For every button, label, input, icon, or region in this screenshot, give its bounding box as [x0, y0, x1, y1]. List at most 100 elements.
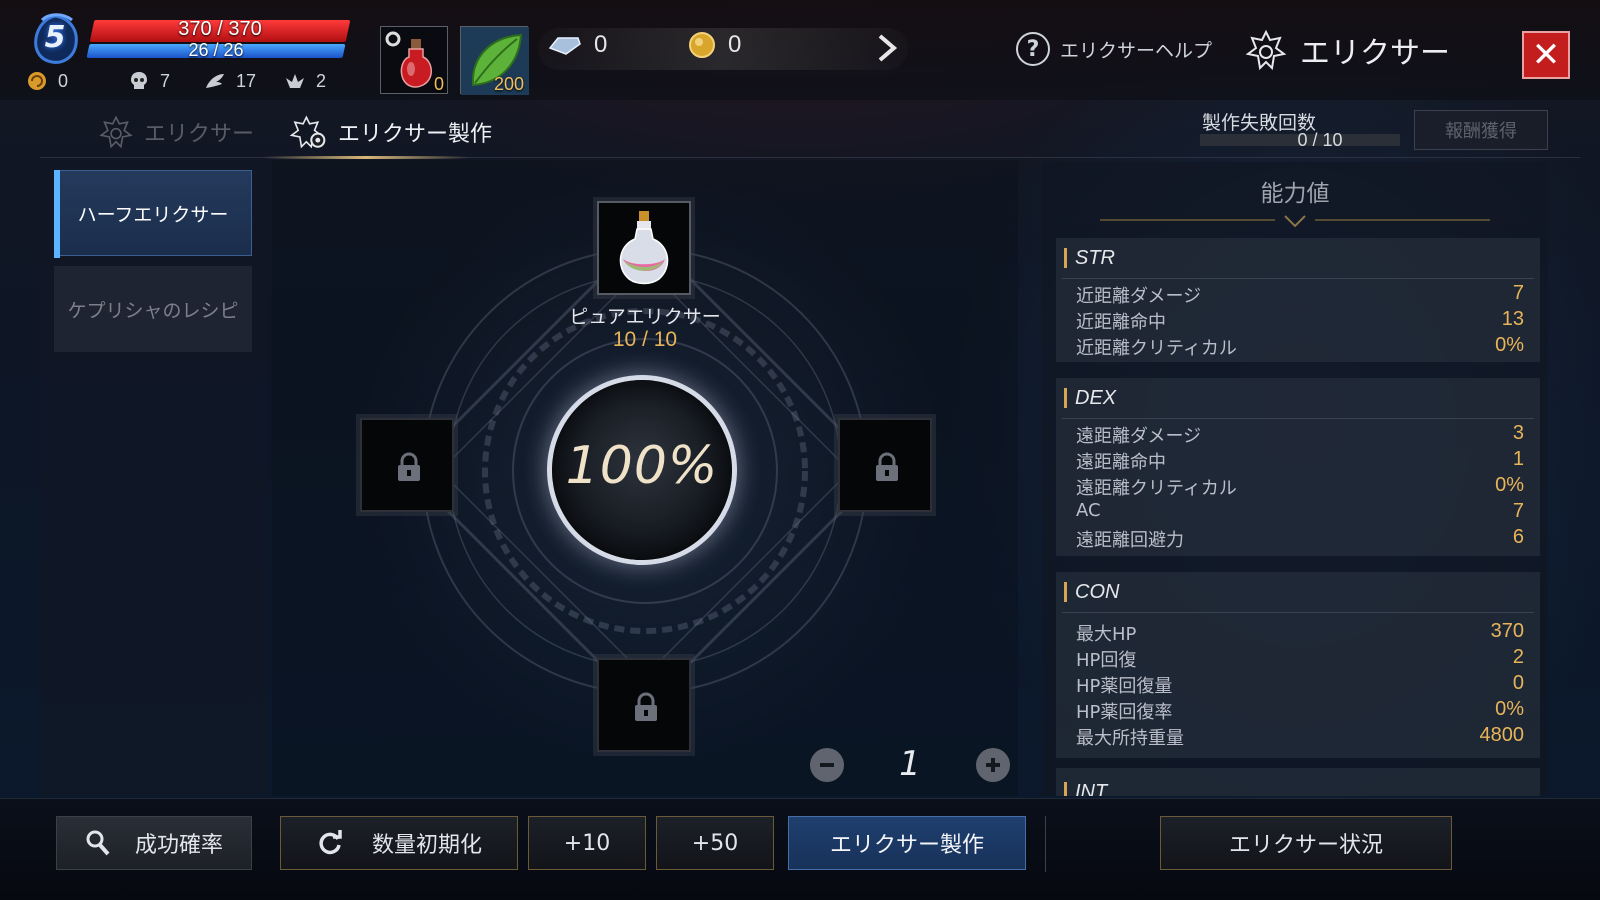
- stat-row: 遠距離命中 1: [1076, 448, 1524, 474]
- reset-quantity-button[interactable]: 数量初期化: [280, 816, 518, 870]
- lock-icon: [876, 452, 898, 481]
- stat-group-con: CON 最大HP 370 HP回復 2 HP薬回復量 0 HP薬回復率 0% 最大所持重…: [1056, 572, 1540, 758]
- plus-50-button[interactable]: +50: [656, 816, 774, 870]
- stat-row-label: 遠距離ダメージ: [1076, 426, 1202, 447]
- close-button[interactable]: ✕: [1522, 31, 1570, 79]
- refresh-icon: [319, 830, 342, 855]
- stat-row: 近距離命中 13: [1076, 308, 1524, 334]
- hp-text: 370 / 370: [178, 18, 262, 40]
- stat-row-label: AC: [1076, 500, 1101, 521]
- recipe-half-elixir[interactable]: ハーフエリクサー: [54, 170, 252, 258]
- currency-gold-value: 0: [728, 31, 742, 58]
- ingredient-slot-locked-left: [360, 418, 454, 512]
- active-tab-indicator: [264, 156, 468, 159]
- stat-group-header: DEX: [1056, 386, 1116, 410]
- quantity-increase-button[interactable]: [976, 748, 1010, 782]
- coin-swirl-icon: [28, 72, 46, 90]
- page-title: エリクサー: [1244, 28, 1450, 72]
- level-badge: 5: [28, 12, 82, 66]
- currency-diamond-value: 0: [594, 31, 608, 58]
- level-value: 5: [44, 20, 66, 55]
- plus-icon: [986, 758, 1000, 772]
- stat-row-value: 7: [1512, 500, 1524, 522]
- craft-elixir-button[interactable]: エリクサー製作: [788, 816, 1026, 870]
- success-rate-button-label: 成功確率: [134, 833, 223, 858]
- stat-group-header: CON: [1056, 580, 1119, 604]
- stat-coins: 0: [26, 70, 68, 92]
- stat-row-value: 0: [1512, 672, 1524, 694]
- help-button[interactable]: ? エリクサーヘルプ: [1016, 32, 1212, 66]
- stat-wing-value: 17: [236, 70, 257, 91]
- stat-row-value: 1: [1512, 448, 1524, 470]
- stat-row-label: 遠距離クリティカル: [1076, 478, 1237, 499]
- success-rate-value: 100%: [565, 436, 719, 496]
- tab-elixir[interactable]: エリクサー: [98, 108, 254, 156]
- reward-button[interactable]: 報酬獲得: [1414, 110, 1548, 150]
- quantity-decrease-button[interactable]: [810, 748, 844, 782]
- stat-row-value: 0%: [1495, 474, 1524, 496]
- mp-text: 26 / 26: [188, 40, 244, 60]
- tab-elixir-craft-label: エリクサー製作: [338, 122, 493, 147]
- stat-wing: 17: [204, 70, 256, 92]
- stat-row-value: 0%: [1495, 698, 1524, 720]
- currency-diamond: 0: [548, 31, 607, 59]
- stat-row: HP回復 2: [1076, 646, 1524, 672]
- gold-coin-icon: [689, 32, 715, 58]
- fail-count-value: 0 / 10: [1297, 130, 1343, 150]
- stat-row-value: 370: [1490, 620, 1524, 642]
- chevron-right-icon[interactable]: [872, 32, 902, 64]
- stat-row: HP薬回復率 0%: [1076, 698, 1524, 724]
- leaf-count: 200: [493, 74, 524, 94]
- elixir-status-button[interactable]: エリクサー状況: [1160, 816, 1452, 870]
- stat-row: 近距離クリティカル 0%: [1076, 334, 1524, 360]
- stat-row-label: HP回復: [1076, 650, 1137, 671]
- stat-row-value: 13: [1501, 308, 1524, 330]
- winged-crest-icon: [286, 74, 304, 88]
- stat-row: 遠距離回避力 6: [1076, 526, 1524, 552]
- diamond-icon: [548, 37, 581, 55]
- stat-row-value: 4800: [1479, 724, 1525, 746]
- stat-row: 遠距離クリティカル 0%: [1076, 474, 1524, 500]
- currency-gold: 0: [688, 31, 741, 59]
- stat-group-int: INT: [1056, 768, 1540, 796]
- reset-quantity-label: 数量初期化: [371, 833, 482, 858]
- ingredient-name: ピュアエリクサー: [569, 306, 721, 328]
- ingredient-slot-locked-right: [838, 418, 932, 512]
- plus-10-button[interactable]: +10: [528, 816, 646, 870]
- stat-coins-value: 0: [58, 70, 69, 91]
- bottom-divider: [1045, 816, 1046, 872]
- stat-row-label: 近距離ダメージ: [1076, 286, 1202, 307]
- stat-crest: 2: [284, 70, 326, 92]
- stat-row-label: 近距離クリティカル: [1076, 338, 1237, 359]
- stat-row: AC 7: [1076, 500, 1524, 526]
- stat-group-dex: DEX 遠距離ダメージ 3 遠距離命中 1 遠距離クリティカル 0% AC 7 遠距離回…: [1056, 378, 1540, 556]
- stat-skull-value: 7: [160, 70, 171, 91]
- skull-icon: [131, 72, 147, 89]
- stat-row-label: 遠距離命中: [1076, 452, 1166, 473]
- close-icon: ✕: [1531, 35, 1561, 75]
- stat-row: HP薬回復量 0: [1076, 672, 1524, 698]
- lock-icon: [398, 452, 420, 481]
- stat-row-value: 6: [1512, 526, 1524, 548]
- item-slot-potion[interactable]: 0: [380, 26, 448, 94]
- stat-row-label: HP薬回復量: [1076, 676, 1173, 697]
- pure-elixir-flask-icon: [619, 211, 669, 285]
- tab-elixir-craft[interactable]: エリクサー製作: [288, 108, 492, 156]
- stat-group-divider: [1062, 418, 1534, 419]
- stat-row-value: 2: [1512, 646, 1524, 668]
- recipe-kepricia[interactable]: ケプリシャのレシピ: [54, 266, 252, 352]
- stat-row: 近距離ダメージ 7: [1076, 282, 1524, 308]
- magnifier-icon: [86, 830, 110, 856]
- lock-icon: [635, 692, 657, 721]
- elixir-gear-icon: [289, 115, 326, 149]
- stat-group-header: STR: [1056, 246, 1115, 270]
- stats-title: 能力値: [1260, 181, 1330, 207]
- page-title-text: エリクサー: [1300, 36, 1450, 71]
- elixir-crest-icon: [1245, 29, 1287, 71]
- success-rate-button[interactable]: 成功確率: [56, 816, 252, 870]
- ingredient-slot-pure-elixir[interactable]: [597, 201, 691, 295]
- stat-row-label: 遠距離回避力: [1076, 530, 1184, 551]
- item-slot-leaf[interactable]: 200: [460, 26, 529, 95]
- stat-row-label: 最大HP: [1076, 624, 1137, 645]
- stat-row: 遠距離ダメージ 3: [1076, 422, 1524, 448]
